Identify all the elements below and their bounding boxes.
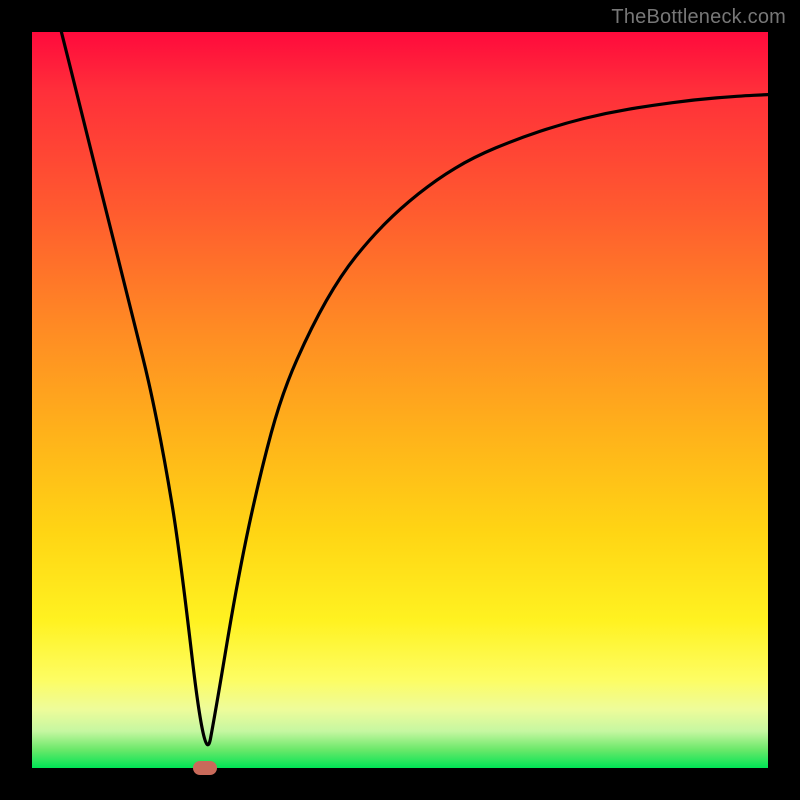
- watermark-text: TheBottleneck.com: [611, 6, 786, 29]
- plot-area: [32, 32, 768, 768]
- optimum-marker: [193, 761, 217, 775]
- curve-path: [61, 32, 768, 745]
- bottleneck-curve: [32, 32, 768, 768]
- chart-frame: TheBottleneck.com: [0, 0, 800, 800]
